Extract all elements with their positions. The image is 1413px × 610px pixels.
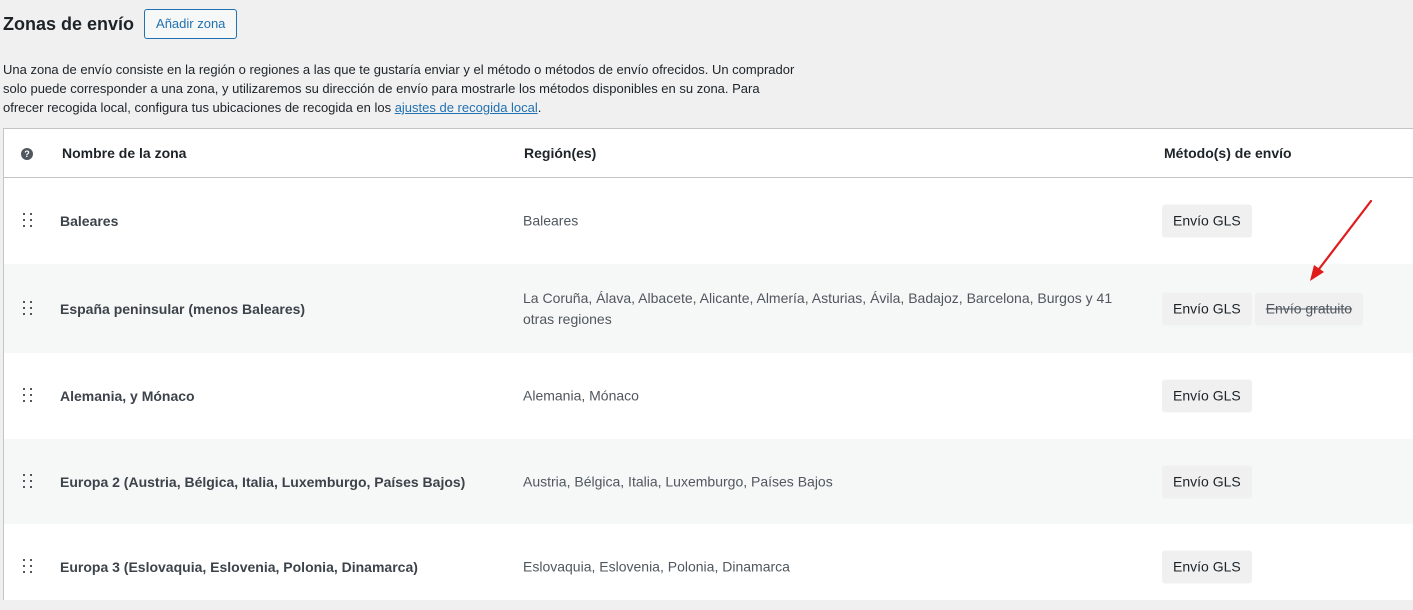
zone-name[interactable]: Alemania, y Mónaco — [60, 388, 195, 404]
zone-name[interactable]: España peninsular (menos Baleares) — [60, 301, 305, 317]
shipping-zones-table: ? Nombre de la zona Región(es) Método(s)… — [3, 128, 1413, 600]
column-header-regions: Región(es) — [524, 145, 597, 161]
shipping-method-badge[interactable]: Envío GLS — [1162, 465, 1252, 498]
zone-name[interactable]: Baleares — [60, 213, 118, 229]
drag-handle-icon[interactable] — [23, 213, 33, 229]
drag-handle-icon[interactable] — [23, 300, 33, 317]
zone-regions: Alemania, Mónaco — [523, 387, 639, 404]
shipping-method-badge-disabled[interactable]: Envío gratuito — [1254, 292, 1364, 325]
help-icon[interactable]: ? — [21, 148, 33, 160]
red-arrow-icon — [1310, 199, 1373, 281]
drag-handle-icon[interactable] — [23, 473, 33, 490]
shipping-method-badge[interactable]: Envío GLS — [1162, 379, 1252, 413]
description-text-end: . — [537, 100, 542, 115]
page-header: Zonas de envío Añadir zona — [3, 9, 238, 39]
table-row[interactable]: Europa 3 (Eslovaquia, Eslovenia, Polonia… — [4, 524, 1413, 610]
shipping-method-badge[interactable]: Envío GLS — [1162, 292, 1252, 325]
table-row[interactable]: Baleares Baleares Envío GLS — [4, 178, 1413, 264]
local-pickup-settings-link[interactable]: ajustes de recogida local — [395, 100, 538, 115]
drag-handle-icon[interactable] — [23, 559, 33, 575]
table-row[interactable]: Europa 2 (Austria, Bélgica, Italia, Luxe… — [4, 439, 1413, 524]
zone-shipping-methods: Envío GLS — [1162, 204, 1252, 238]
drag-handle-icon[interactable] — [23, 388, 33, 404]
table-row[interactable]: Alemania, y Mónaco Alemania, Mónaco Enví… — [4, 353, 1413, 439]
zone-shipping-methods: Envío GLS — [1162, 550, 1252, 584]
shipping-zones-description: Una zona de envío consiste en la región … — [3, 60, 803, 117]
zone-name[interactable]: Europa 3 (Eslovaquia, Eslovenia, Polonia… — [60, 559, 418, 575]
zone-regions: La Coruña, Álava, Albacete, Alicante, Al… — [523, 289, 1113, 327]
zone-name[interactable]: Europa 2 (Austria, Bélgica, Italia, Luxe… — [60, 474, 465, 490]
table-header: ? Nombre de la zona Región(es) Método(s)… — [4, 129, 1413, 178]
zone-shipping-methods: Envío GLS Envío gratuito — [1162, 292, 1364, 325]
zone-regions: Baleares — [523, 212, 579, 229]
column-header-zone-name: Nombre de la zona — [62, 145, 187, 161]
zone-shipping-methods: Envío GLS — [1162, 465, 1252, 498]
column-header-shipping-methods: Método(s) de envío — [1164, 145, 1292, 161]
page-title: Zonas de envío — [3, 13, 135, 34]
shipping-method-badge[interactable]: Envío GLS — [1162, 204, 1252, 238]
add-zone-button[interactable]: Añadir zona — [144, 9, 238, 39]
table-row[interactable]: España peninsular (menos Baleares) La Co… — [4, 264, 1413, 353]
zone-regions: Austria, Bélgica, Italia, Luxemburgo, Pa… — [523, 473, 833, 489]
zone-shipping-methods: Envío GLS — [1162, 379, 1252, 413]
zone-regions: Eslovaquia, Eslovenia, Polonia, Dinamarc… — [523, 558, 790, 575]
shipping-method-badge[interactable]: Envío GLS — [1162, 550, 1252, 584]
